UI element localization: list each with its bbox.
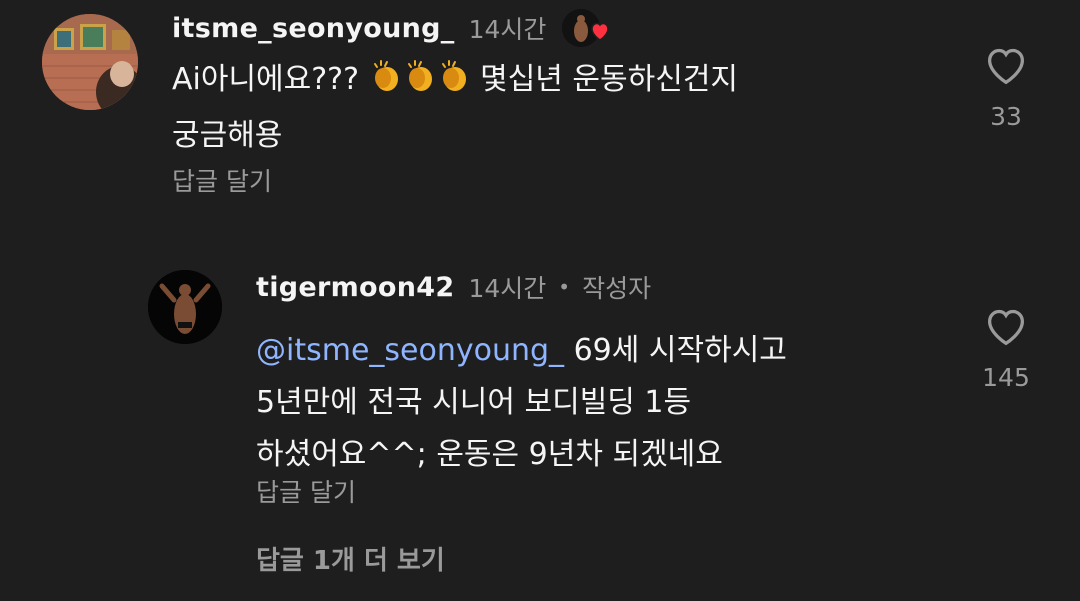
reply-text: @itsme_seonyoung_ 69세 시작하시고 5년만에 전국 시니어 … [256, 325, 956, 481]
separator-dot: • [558, 275, 571, 299]
view-more-replies-button[interactable]: 답글 1개 더 보기 [256, 540, 445, 577]
username[interactable]: itsme_seonyoung_ [172, 13, 455, 44]
comment-header: itsme_seonyoung_ 14시간 [172, 6, 610, 50]
clapping-hands-icon [403, 58, 437, 110]
clapping-hands-icon [369, 58, 403, 110]
username[interactable]: tigermoon42 [256, 272, 454, 303]
reply-button[interactable]: 답글 달기 [256, 473, 356, 509]
reply-header: tigermoon42 14시간 • 작성자 [256, 267, 651, 307]
like-count: 145 [982, 363, 1030, 392]
timestamp: 14시간 [468, 274, 547, 303]
like-column: 145 [976, 307, 1036, 392]
heart-outline-icon[interactable] [984, 307, 1028, 347]
heart-outline-icon[interactable] [984, 46, 1028, 86]
avatar[interactable] [42, 14, 138, 110]
like-column: 33 [976, 46, 1036, 131]
author-badge: 작성자 [582, 274, 652, 303]
comment-text: Ai아니에요??? 몇십년 운동하신건지 궁금해용 [172, 54, 932, 162]
clapping-hands-icon [437, 58, 471, 110]
reply-item: tigermoon42 14시간 • 작성자 @itsme_seonyoung_… [0, 255, 1080, 515]
avatar-image [148, 270, 222, 344]
liked-by-author-heart-icon [591, 22, 610, 41]
timestamp: 14시간 [468, 15, 547, 44]
like-count: 33 [990, 102, 1022, 131]
reply-button[interactable]: 답글 달기 [172, 162, 272, 198]
comment-item: itsme_seonyoung_ 14시간 Ai아니에요??? 몇십년 운동하신… [0, 0, 1080, 240]
avatar-image [42, 14, 138, 110]
comment-text-prefix: Ai아니에요??? [172, 62, 369, 97]
liked-by-author-badge [562, 9, 610, 47]
avatar[interactable] [148, 270, 222, 344]
mention-link[interactable]: @itsme_seonyoung_ [256, 333, 564, 368]
comment-thread: itsme_seonyoung_ 14시간 Ai아니에요??? 몇십년 운동하신… [0, 0, 1080, 601]
